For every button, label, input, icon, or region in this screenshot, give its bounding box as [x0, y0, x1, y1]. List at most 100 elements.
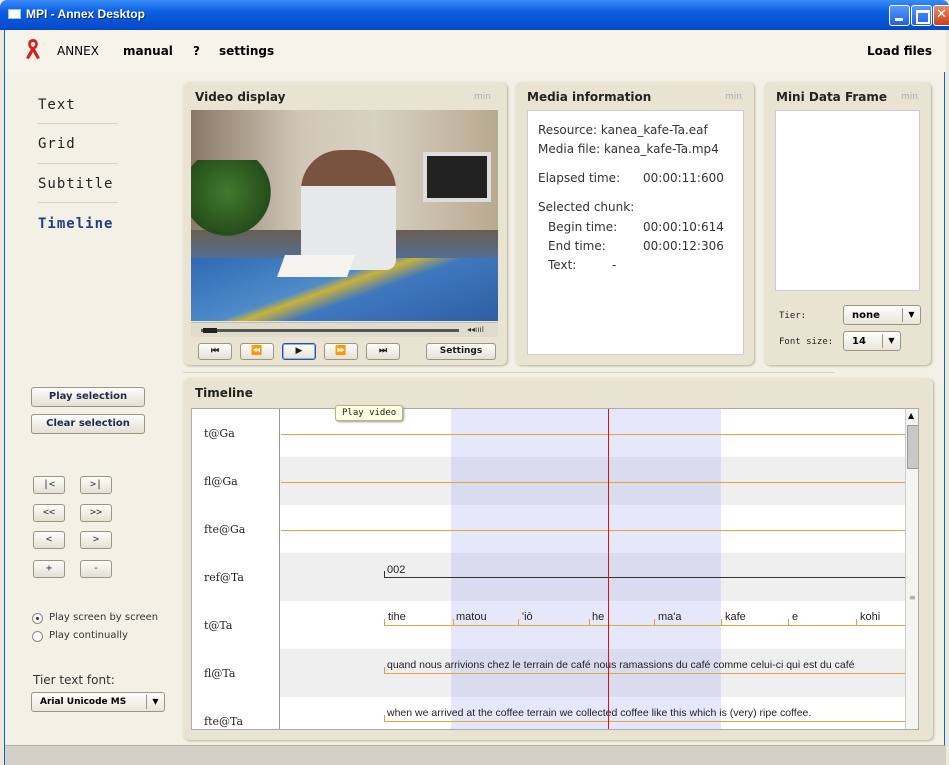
text-value: -	[612, 258, 617, 272]
load-files-link[interactable]: Load files	[867, 44, 932, 58]
word-annotation[interactable]: kafe	[725, 611, 746, 623]
menu-help[interactable]: ?	[193, 44, 200, 58]
begin-time-value: 00:00:10:614	[643, 220, 724, 234]
chevron-down-icon[interactable]: ▼	[882, 334, 900, 348]
font-size-select[interactable]: 14 ▼	[843, 331, 901, 351]
forward-button[interactable]: ⏩	[324, 343, 358, 360]
tier-font-select[interactable]: Arial Unicode MS ▼	[31, 692, 165, 712]
scrollbar-thumb[interactable]	[907, 425, 918, 469]
elapsed-label: Elapsed time:	[538, 171, 621, 185]
tier-select[interactable]: none ▼	[843, 305, 921, 325]
annotation-boundary	[384, 667, 385, 673]
scroll-up-icon[interactable]: ▲	[908, 411, 914, 420]
tier-name-ref-ta[interactable]: ref@Ta	[204, 571, 244, 584]
nav-subtitle[interactable]: Subtitle	[38, 176, 113, 192]
fte-annotation[interactable]: when we arrived at the coffee terrain we…	[387, 707, 811, 719]
fl-annotation[interactable]: quand nous arrivions chez le terrain de …	[387, 659, 855, 671]
app-frame: ANNEX manual ? settings Load files Text …	[4, 30, 946, 765]
mini-data-box	[775, 110, 920, 291]
tier-name-fl-ga[interactable]: fl@Ga	[204, 475, 238, 488]
tier-name-t-ta[interactable]: t@Ta	[204, 619, 232, 632]
video-display-panel: Video display min ◂◂ıııl ⏮ ⏪ ▶ ⏩ ⏭ Setti…	[183, 82, 507, 365]
annex-ribbon-icon	[26, 39, 40, 59]
word-annotation[interactable]: e	[792, 611, 798, 623]
minimize-panel-link[interactable]: min	[474, 92, 491, 102]
previous-page-button[interactable]: <<	[33, 504, 65, 522]
timeline-scrollbar[interactable]: ▲ ≡	[905, 409, 918, 729]
video-person	[301, 150, 396, 270]
elapsed-value: 00:00:11:600	[643, 171, 724, 185]
end-time-value: 00:00:12:306	[643, 239, 724, 253]
nav-timeline[interactable]: Timeline	[38, 216, 113, 232]
play-button[interactable]: ▶	[282, 343, 316, 360]
minimize-panel-link[interactable]: min	[901, 92, 918, 102]
timeline-view[interactable]: t@Ga fl@Ga fte@Ga ref@Ta t@Ta fl@Ta fte@…	[191, 408, 919, 730]
seek-track[interactable]	[201, 329, 459, 332]
window-titlebar: MPI - Annex Desktop	[0, 0, 949, 30]
selection-region[interactable]	[451, 409, 721, 729]
step-forward-button[interactable]: >	[80, 531, 112, 549]
close-button[interactable]	[933, 5, 949, 26]
minimize-button[interactable]	[889, 5, 910, 26]
play-selection-button[interactable]: Play selection	[31, 387, 145, 407]
nav-text[interactable]: Text	[38, 97, 76, 113]
annotation-boundary	[384, 715, 385, 721]
go-to-end-button[interactable]: >|	[80, 476, 112, 494]
zoom-out-button[interactable]: -	[80, 560, 112, 578]
tier-name-t-ga[interactable]: t@Ga	[204, 427, 235, 440]
volume-icon[interactable]: ◂◂ıııl	[467, 325, 484, 334]
scroll-grip-icon: ≡	[909, 593, 916, 602]
ref-annotation[interactable]: 002	[387, 564, 405, 576]
video-frame[interactable]	[191, 110, 498, 321]
font-size-value: 14	[852, 336, 866, 347]
playhead-cursor[interactable]	[608, 409, 609, 729]
word-annotation[interactable]: ma'a	[658, 611, 682, 623]
word-annotation[interactable]: 'iō	[522, 611, 533, 623]
last-frame-button[interactable]: ⏭	[366, 343, 400, 360]
minimize-panel-link[interactable]: min	[725, 92, 742, 102]
video-settings-button[interactable]: Settings	[426, 343, 496, 360]
selected-chunk-label: Selected chunk:	[538, 200, 635, 214]
go-to-start-button[interactable]: |<	[33, 476, 65, 494]
menu-manual[interactable]: manual	[123, 44, 173, 58]
rewind-button[interactable]: ⏪	[240, 343, 274, 360]
tier-name-fl-ta[interactable]: fl@Ta	[204, 667, 235, 680]
annotation-boundary	[788, 619, 789, 625]
chevron-down-icon[interactable]: ▼	[902, 308, 920, 322]
next-page-button[interactable]: >>	[80, 504, 112, 522]
tier-track-line	[281, 434, 907, 435]
tier-name-fte-ga[interactable]: fte@Ga	[204, 523, 245, 536]
tier-labels-column: t@Ga fl@Ga fte@Ga ref@Ta t@Ta fl@Ta fte@…	[192, 409, 280, 729]
word-annotation[interactable]: kohi	[860, 611, 880, 623]
status-bar	[5, 745, 946, 765]
word-annotation[interactable]: tihe	[388, 611, 406, 623]
word-annotation[interactable]: he	[592, 611, 604, 623]
zoom-in-button[interactable]: +	[33, 560, 65, 578]
menu-settings[interactable]: settings	[219, 44, 274, 58]
annotation-boundary	[721, 619, 722, 625]
play-screen-by-screen-radio[interactable]	[32, 613, 43, 624]
step-back-button[interactable]: <	[33, 531, 65, 549]
tier-name-fte-ta[interactable]: fte@Ta	[204, 715, 243, 728]
tier-track-line	[384, 721, 907, 722]
clear-selection-button[interactable]: Clear selection	[31, 414, 145, 434]
play-screen-by-screen-label: Play screen by screen	[49, 612, 159, 623]
nav-divider	[38, 163, 118, 164]
seek-knob[interactable]	[203, 328, 217, 333]
play-video-tooltip: Play video	[335, 405, 404, 421]
nav-grid[interactable]: Grid	[38, 136, 76, 152]
first-frame-button[interactable]: ⏮	[198, 343, 232, 360]
chevron-down-icon[interactable]: ▼	[146, 695, 164, 709]
app-icon	[8, 9, 21, 19]
tier-text-font-label: Tier text font:	[33, 673, 115, 687]
tier-label: Tier:	[779, 311, 807, 321]
annotation-boundary	[384, 571, 385, 577]
tier-track-line	[281, 530, 907, 531]
word-annotation[interactable]: matou	[456, 611, 487, 623]
annotation-boundary	[453, 619, 454, 625]
annotation-boundary	[384, 619, 385, 625]
maximize-button[interactable]	[911, 5, 932, 26]
font-size-label: Font size:	[779, 337, 834, 347]
seek-bar[interactable]: ◂◂ıııl	[191, 322, 498, 337]
play-continually-radio[interactable]	[32, 631, 43, 642]
